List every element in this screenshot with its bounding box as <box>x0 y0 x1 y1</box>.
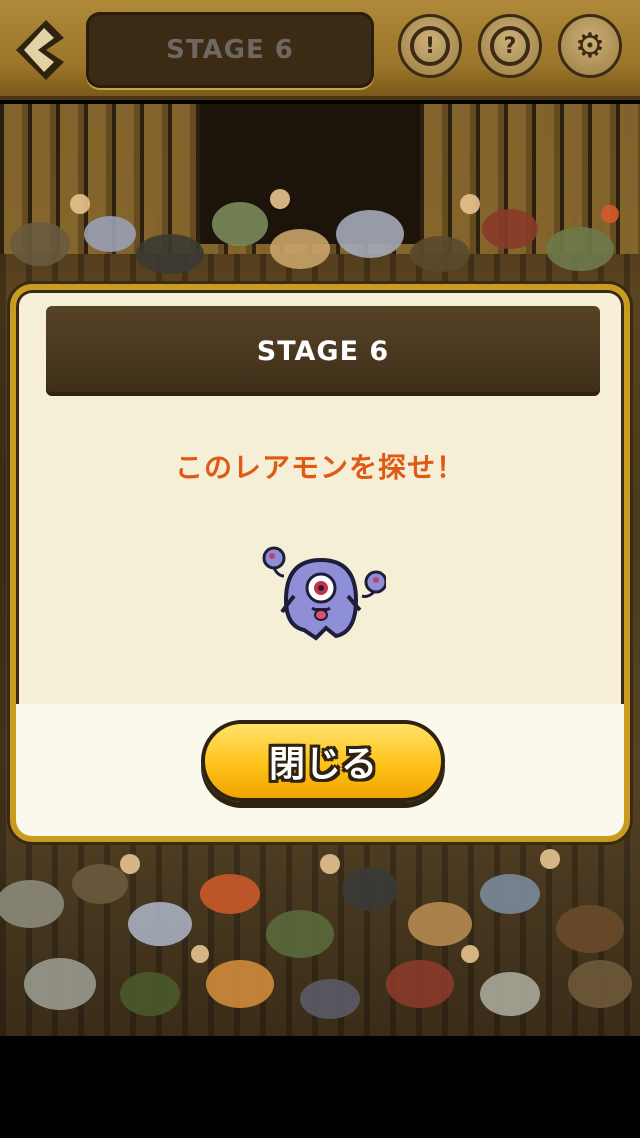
one-eyed-ghost-monster-icon <box>262 546 386 641</box>
close-button[interactable]: 閉じる <box>201 720 445 802</box>
close-button-label: 閉じる <box>268 744 377 785</box>
find-monster-message: このレアモンを探せ！ <box>174 451 465 484</box>
gear-icon: ⚙ <box>574 26 606 66</box>
settings-button[interactable]: ⚙ <box>558 14 622 78</box>
top-bar: STAGE 6 ! ? ⚙ <box>0 0 640 100</box>
hint-question-icon: ? <box>490 26 530 66</box>
crowd-top <box>10 189 619 274</box>
back-arrow-icon <box>16 20 64 80</box>
crowd-bottom <box>0 849 632 1019</box>
dialog-header: STAGE 6 <box>46 306 600 396</box>
back-button[interactable] <box>10 14 72 86</box>
search-alert-button[interactable]: ! <box>398 14 462 78</box>
stage-indicator: STAGE 6 <box>86 12 374 88</box>
target-dialog: STAGE 6 このレアモンを探せ！ 閉じる <box>10 284 630 842</box>
magnifier-alert-icon: ! <box>410 26 450 66</box>
stage-indicator-label: STAGE 6 <box>166 35 294 65</box>
hint-button[interactable]: ? <box>478 14 542 78</box>
dialog-title: STAGE 6 <box>256 335 390 367</box>
